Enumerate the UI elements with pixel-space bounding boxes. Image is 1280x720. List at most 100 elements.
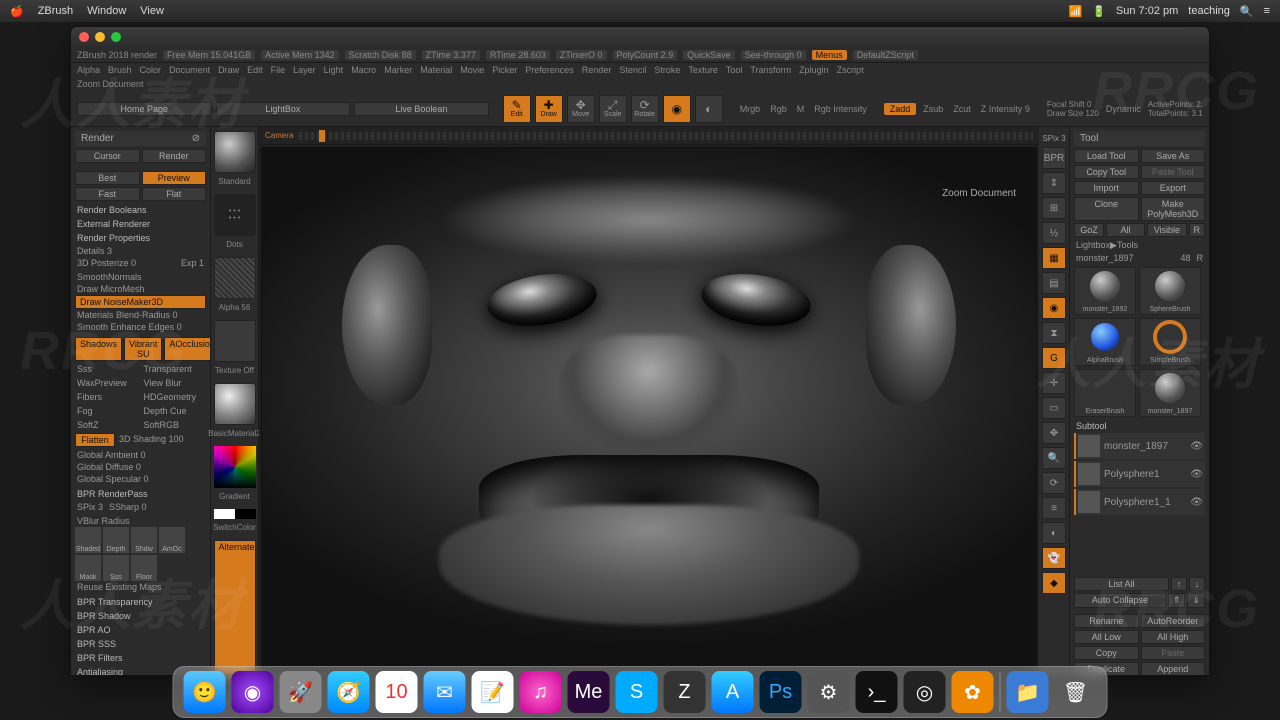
reuse-maps-button[interactable]: Reuse Existing Maps	[75, 581, 206, 593]
bpr-sss-section[interactable]: BPR SSS	[75, 639, 206, 649]
best-button[interactable]: Best	[75, 171, 140, 185]
pass-mask[interactable]: Mask	[75, 555, 101, 581]
menu-stroke[interactable]: Stroke	[654, 65, 680, 75]
local-button[interactable]: ◉	[1042, 297, 1066, 319]
tool-thumb-alphabrush[interactable]: AlphaBrush	[1074, 318, 1136, 366]
transp-button[interactable]: ◐	[1042, 522, 1066, 544]
all-high-button[interactable]: All High	[1141, 630, 1206, 644]
append-button[interactable]: Append	[1141, 662, 1206, 675]
softz-button[interactable]: SoftZ	[75, 419, 140, 431]
move-mode-button[interactable]: ✥Move	[567, 95, 595, 123]
shadows-button[interactable]: Shadows	[75, 337, 122, 361]
arrow-up-icon[interactable]: ↑	[1171, 577, 1187, 591]
tool-thumb-eraserbrush[interactable]: EraserBrush	[1074, 369, 1136, 417]
arrow-down-icon[interactable]: ↓	[1189, 577, 1205, 591]
zoom3d-button[interactable]: 🔍	[1042, 447, 1066, 469]
menu-texture[interactable]: Texture	[688, 65, 718, 75]
details-slider[interactable]: Details 3	[75, 245, 206, 257]
move-down-icon[interactable]: ⇓	[1187, 593, 1205, 608]
dock-keyshot[interactable]: ◎	[904, 671, 946, 713]
preview-button[interactable]: Preview	[142, 171, 207, 185]
dock-appstore[interactable]: A	[712, 671, 754, 713]
scroll-button[interactable]: ⇕	[1042, 172, 1066, 194]
ao-button[interactable]: AOcclusio	[164, 337, 211, 361]
load-tool-button[interactable]: Load Tool	[1074, 149, 1139, 163]
material-thumb[interactable]	[214, 383, 256, 425]
menus-toggle[interactable]: Menus	[812, 50, 847, 60]
sculptris-button[interactable]: ◐	[695, 95, 723, 123]
menu-light[interactable]: Light	[324, 65, 344, 75]
switch-color-label[interactable]: SwitchColor	[213, 523, 256, 532]
xyz-button[interactable]: ✛	[1042, 372, 1066, 394]
dock-notes[interactable]: 📝	[472, 671, 514, 713]
viewport[interactable]: Zoom Document	[261, 147, 1037, 673]
timeline[interactable]: Camera	[259, 127, 1039, 145]
zsub-button[interactable]: Zsub	[920, 104, 946, 114]
bpr-button[interactable]: BPR	[1042, 147, 1066, 169]
dock-app[interactable]: ✿	[952, 671, 994, 713]
materials-blend-slider[interactable]: Materials Blend-Radius 0	[75, 309, 206, 321]
menu-document[interactable]: Document	[169, 65, 210, 75]
m-label[interactable]: M	[794, 104, 808, 114]
window-menu[interactable]: Window	[87, 5, 126, 17]
notification-icon[interactable]: ≡	[1264, 5, 1270, 17]
battery-icon[interactable]: 🔋	[1092, 5, 1106, 18]
global-specular-slider[interactable]: Global Specular 0	[75, 473, 206, 485]
gradient-label[interactable]: Gradient	[219, 492, 250, 501]
home-page-button[interactable]: Home Page	[77, 102, 212, 116]
rename-button[interactable]: Rename	[1074, 614, 1139, 628]
default-zscript[interactable]: DefaultZScript	[853, 50, 918, 60]
depth-cue-button[interactable]: Depth Cue	[142, 405, 207, 417]
apple-icon[interactable]: 🍎	[10, 5, 24, 18]
draw-noisemaker-button[interactable]: Draw NoiseMaker3D	[75, 295, 206, 309]
menu-edit[interactable]: Edit	[247, 65, 263, 75]
render-properties-section[interactable]: Render Properties	[75, 233, 206, 243]
subtool-section[interactable]: Subtool	[1074, 421, 1205, 431]
dock-mail[interactable]: ✉	[424, 671, 466, 713]
bpr-filters-section[interactable]: BPR Filters	[75, 653, 206, 663]
dock-safari[interactable]: 🧭	[328, 671, 370, 713]
frame-button[interactable]: ▭	[1042, 397, 1066, 419]
aahalf-button[interactable]: ½	[1042, 222, 1066, 244]
bpr-shadow-section[interactable]: BPR Shadow	[75, 611, 206, 621]
zcut-button[interactable]: Zcut	[950, 104, 974, 114]
all-low-button[interactable]: All Low	[1074, 630, 1139, 644]
paste-tool-button[interactable]: Paste Tool	[1141, 165, 1206, 179]
vblur-slider[interactable]: VBlur Radius	[75, 515, 206, 527]
actual-button[interactable]: ⊞	[1042, 197, 1066, 219]
move-view-button[interactable]: ✥	[1042, 422, 1066, 444]
scale-mode-button[interactable]: ⤢Scale	[599, 95, 627, 123]
dock-itunes[interactable]: ♫	[520, 671, 562, 713]
zadd-button[interactable]: Zadd	[884, 103, 917, 115]
lightbox-button[interactable]: LightBox	[216, 102, 351, 116]
edit-mode-button[interactable]: ✎Edit	[503, 95, 531, 123]
wifi-icon[interactable]: 📶	[1069, 5, 1083, 18]
tool-thumb-spherebrush[interactable]: SphereBrush	[1139, 267, 1201, 315]
dock-terminal[interactable]: ›_	[856, 671, 898, 713]
pass-floor[interactable]: Floor	[131, 555, 157, 581]
focal-shift-label[interactable]: Focal Shift 0	[1047, 100, 1099, 109]
flatten-button[interactable]: Flatten	[75, 433, 115, 447]
goz-button[interactable]: GoZ	[1074, 223, 1104, 237]
menu-material[interactable]: Material	[420, 65, 452, 75]
line-fill-button[interactable]: ≡	[1042, 497, 1066, 519]
dock-launchpad[interactable]: 🚀	[280, 671, 322, 713]
dock-skype[interactable]: S	[616, 671, 658, 713]
fog-button[interactable]: Fog	[75, 405, 140, 417]
spix-label[interactable]: SPix 3	[1040, 133, 1067, 144]
menu-macro[interactable]: Macro	[351, 65, 376, 75]
z-intensity-label[interactable]: Z Intensity 9	[978, 104, 1033, 114]
stroke-thumb[interactable]: • • •• • •	[214, 194, 256, 236]
sss-button[interactable]: Sss	[75, 363, 140, 375]
transparent-button[interactable]: Transparent	[142, 363, 207, 375]
subtool-item-0[interactable]: monster_1897👁	[1074, 433, 1205, 459]
subtool-item-1[interactable]: Polysphere1👁	[1074, 461, 1205, 487]
menu-file[interactable]: File	[271, 65, 286, 75]
live-boolean-button[interactable]: Live Boolean	[354, 102, 489, 116]
subtool-item-2[interactable]: Polysphere1_1👁	[1074, 489, 1205, 515]
see-through[interactable]: See-through 0	[741, 50, 806, 60]
menu-color[interactable]: Color	[140, 65, 162, 75]
smooth-normals-button[interactable]: SmoothNormals	[75, 271, 206, 283]
persp-button[interactable]: ▦	[1042, 247, 1066, 269]
render-booleans-section[interactable]: Render Booleans	[75, 205, 206, 215]
